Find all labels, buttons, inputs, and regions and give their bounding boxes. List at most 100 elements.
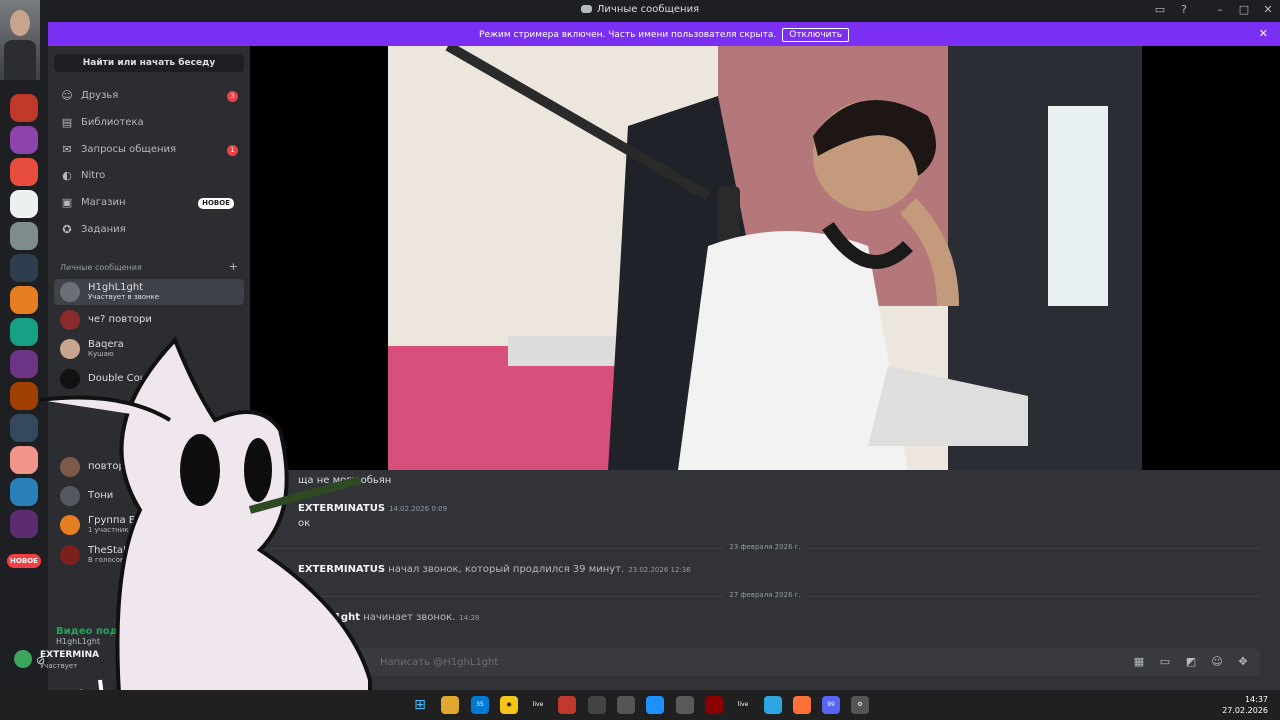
avatar <box>60 545 80 565</box>
streamer-mode-banner: Режим стримера включен. Часть имени поль… <box>48 22 1280 46</box>
chat-message: EXTERMINATUS 14.02.2026 0:09 <box>298 503 447 514</box>
firefox-icon[interactable] <box>793 696 811 714</box>
avatar <box>60 486 80 506</box>
server-icon[interactable] <box>10 350 38 378</box>
nitro-icon: ◐ <box>62 169 72 182</box>
server-list: НОВОЕ <box>0 0 48 690</box>
dm-item[interactable]: повтори не слы <box>54 454 244 480</box>
friends-icon: ☺ <box>61 89 73 102</box>
app-icon[interactable] <box>646 696 664 714</box>
requests-badge: 1 <box>227 145 238 156</box>
system-clock[interactable]: 14:37 27.02.2026 <box>1222 694 1268 716</box>
voice-connection-panel: Видео подключен H1ghL1ght <box>56 626 236 646</box>
video-stream[interactable] <box>388 46 1142 470</box>
dm-item[interactable]: Группа EXTERM 1 участник <box>54 512 244 538</box>
create-dm-icon[interactable]: + <box>229 260 238 273</box>
dm-item[interactable]: TheStaR В голосовом <box>54 542 244 568</box>
mail-app-icon[interactable]: 35 <box>471 696 489 714</box>
streamer-webcam-overlay <box>0 0 40 80</box>
message-text: ок <box>298 518 311 529</box>
nav-nitro[interactable]: ◐ Nitro <box>54 164 244 188</box>
apps-icon[interactable]: ✥ <box>1236 655 1250 669</box>
nav-friends[interactable]: ☺ Друзья 3 <box>54 84 244 108</box>
file-explorer-icon[interactable] <box>441 696 459 714</box>
message-placeholder: Написать @H1ghL1ght <box>380 657 499 668</box>
user-status: Участвует <box>40 662 78 670</box>
server-icon[interactable] <box>10 158 38 186</box>
new-tag: НОВОЕ <box>198 198 234 209</box>
group-avatar <box>60 515 80 535</box>
message-input[interactable]: Написать @H1ghL1ght ▦ ▭ ◩ ☺ ✥ <box>270 648 1260 676</box>
nav-shop[interactable]: ▣ Магазин НОВОЕ <box>54 191 244 215</box>
server-icon[interactable] <box>10 414 38 442</box>
server-icon[interactable] <box>10 222 38 250</box>
discord-taskbar-icon[interactable]: 99 <box>822 696 840 714</box>
live-app-icon[interactable]: live <box>734 696 752 714</box>
emoji-icon[interactable]: ☺ <box>1210 655 1224 669</box>
server-icon[interactable] <box>10 510 38 538</box>
avatar <box>60 339 80 359</box>
dm-header: Личные сообщения <box>60 263 142 272</box>
call-message: H1ghL1ght начинает звонок. 14:28 <box>298 612 480 623</box>
new-badge: НОВОЕ <box>7 554 41 568</box>
server-icon[interactable] <box>10 126 38 154</box>
server-icon[interactable] <box>10 382 38 410</box>
inbox-icon[interactable]: ▭ <box>1152 3 1168 16</box>
clock-date: 27.02.2026 <box>1222 706 1268 715</box>
app-icon[interactable] <box>617 696 635 714</box>
settings-icon[interactable]: ⚙ <box>851 696 869 714</box>
close-banner-icon[interactable]: ✕ <box>1259 27 1268 40</box>
nav-message-requests[interactable]: ✉ Запросы общения 1 <box>54 138 244 162</box>
minimize-button[interactable]: – <box>1212 3 1228 16</box>
maximize-button[interactable]: □ <box>1236 3 1252 16</box>
dm-item[interactable]: H1ghL1ght Участвует в звонке <box>54 279 244 305</box>
app-icon[interactable] <box>558 696 576 714</box>
avatar <box>60 457 80 477</box>
help-icon[interactable]: ? <box>1176 3 1192 16</box>
library-icon: ▤ <box>61 116 73 129</box>
date-divider: 23 февраля 2026 г. <box>270 543 1260 551</box>
gift-icon[interactable]: ▦ <box>1132 655 1146 669</box>
server-icon[interactable] <box>10 446 38 474</box>
dm-item[interactable]: Double Counter <box>54 366 244 392</box>
find-conversation-button[interactable]: Найти или начать беседу <box>54 54 244 72</box>
chat-message: ща не могу обьян <box>298 475 392 486</box>
server-icon[interactable] <box>10 94 38 122</box>
message-author[interactable]: EXTERMINATUS <box>298 503 385 514</box>
message-timestamp: 14.02.2026 0:09 <box>389 505 448 513</box>
close-window-button[interactable]: ✕ <box>1260 3 1276 16</box>
app-icon[interactable] <box>705 696 723 714</box>
dm-item[interactable]: че? повтори <box>54 307 244 333</box>
disable-streamer-mode-button[interactable]: Отключить <box>782 28 850 42</box>
dm-item[interactable]: Тони <box>54 483 244 509</box>
nav-library[interactable]: ▤ Библиотека <box>54 111 244 135</box>
quests-icon: ✪ <box>62 223 72 236</box>
voice-status: Видео подключен <box>56 626 163 637</box>
friends-badge: 3 <box>227 91 238 102</box>
server-icon[interactable] <box>10 190 38 218</box>
server-icon[interactable] <box>10 478 38 506</box>
user-name: EXTERMINA <box>40 650 100 660</box>
dm-item[interactable]: Baqera Кушаю <box>54 336 244 362</box>
taskbar: ⊞ 35 ◉ live live 99 ⚙ 14:37 27.02.2026 <box>0 690 1280 720</box>
dm-sidebar: Найти или начать беседу ☺ Друзья 3 ▤ Биб… <box>14 46 250 690</box>
user-avatar[interactable] <box>14 650 32 668</box>
server-icon[interactable] <box>10 286 38 314</box>
gif-icon[interactable]: ▭ <box>1158 655 1172 669</box>
server-icon[interactable] <box>10 254 38 282</box>
chat-area: ща не могу обьян EXTERMINATUS 14.02.2026 … <box>250 470 1280 690</box>
app-icon[interactable]: ◉ <box>500 696 518 714</box>
live-app-icon[interactable]: live <box>529 696 547 714</box>
windows-start-icon[interactable]: ⊞ <box>411 696 429 714</box>
shop-icon: ▣ <box>61 196 73 209</box>
telegram-icon[interactable] <box>764 696 782 714</box>
discord-icon <box>580 5 592 13</box>
app-icon[interactable] <box>588 696 606 714</box>
video-stage <box>250 46 1280 470</box>
sticker-icon[interactable]: ◩ <box>1184 655 1198 669</box>
nav-quests[interactable]: ✪ Задания <box>54 218 244 242</box>
app-icon[interactable] <box>676 696 694 714</box>
window-title: Личные сообщения <box>0 4 1280 15</box>
server-icon[interactable] <box>10 318 38 346</box>
avatar <box>60 369 80 389</box>
